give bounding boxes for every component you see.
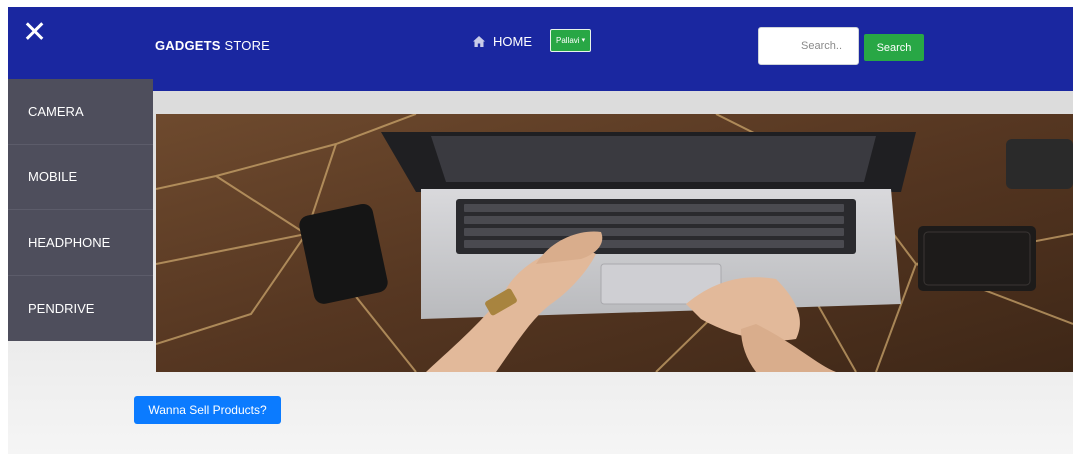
hero-image — [156, 114, 1073, 372]
page: ✕ GADGETS STORE HOME Pallavi ▾ Search CA… — [8, 7, 1073, 454]
brand-logo[interactable]: GADGETS STORE — [155, 38, 270, 53]
laptop-desk-illustration — [156, 114, 1073, 372]
close-icon[interactable]: ✕ — [22, 18, 52, 49]
home-icon — [473, 36, 485, 47]
sell-products-button[interactable]: Wanna Sell Products? — [134, 396, 281, 424]
sidebar: CAMERA MOBILE HEADPHONE PENDRIVE — [8, 79, 153, 341]
home-label: HOME — [493, 34, 532, 49]
navbar: ✕ GADGETS STORE HOME Pallavi ▾ Search — [8, 7, 1073, 91]
sidebar-item-headphone[interactable]: HEADPHONE — [8, 210, 153, 276]
search-button[interactable]: Search — [864, 34, 924, 61]
sidebar-item-mobile[interactable]: MOBILE — [8, 145, 153, 210]
chevron-down-icon: ▾ — [581, 37, 586, 44]
sidebar-item-pendrive[interactable]: PENDRIVE — [8, 276, 153, 342]
sidebar-item-camera[interactable]: CAMERA — [8, 79, 153, 145]
home-link[interactable]: HOME — [473, 34, 532, 49]
user-dropdown[interactable]: Pallavi ▾ — [550, 29, 592, 52]
brand-rest: STORE — [220, 38, 271, 53]
search-input[interactable] — [758, 27, 859, 65]
user-name: Pallavi — [556, 36, 580, 45]
brand-bold: GADGETS — [155, 38, 221, 53]
